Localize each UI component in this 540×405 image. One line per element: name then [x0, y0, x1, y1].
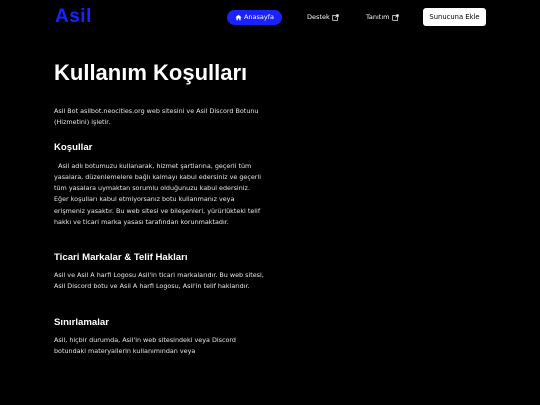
logo[interactable]: Asil	[55, 6, 92, 28]
external-link-icon	[391, 14, 399, 21]
section-heading-conditions: Koşullar	[54, 142, 93, 154]
add-to-server-button[interactable]: Sunucuna Ekle	[423, 8, 486, 26]
terms-content: Kullanım Koşulları Asil Bot asilbot.neoc…	[54, 58, 264, 357]
page-title: Kullanım Koşulları	[54, 60, 248, 85]
section-heading-limitations: Sınırlamalar	[54, 316, 109, 328]
section-body-limitations: Asil, hiçbir durumda, Asil'in web sitesi…	[54, 335, 236, 356]
home-icon	[235, 14, 242, 21]
nav-intro-label: Tanıtım	[366, 13, 390, 21]
intro-text: Asil Bot asilbot.neocities.org web sites…	[54, 107, 259, 127]
nav-home-label: Anasayfa	[243, 13, 275, 21]
nav-home-button[interactable]: Anasayfa	[227, 10, 282, 25]
nav-support-label: Destek	[307, 13, 330, 21]
top-navbar: Asil Anasayfa Destek Tanıtım Sunucuna Ek…	[0, 0, 540, 34]
external-link-icon	[332, 14, 339, 21]
section-body-trademarks: Asil ve Asil A harfi Logosu Asil'in tica…	[54, 270, 264, 290]
section-body-conditions: Asil adlı botumuzu kullanarak, hizmet şa…	[54, 162, 264, 226]
nav-support-link[interactable]: Destek	[307, 10, 339, 25]
nav-intro-link[interactable]: Tanıtım	[366, 10, 399, 25]
section-heading-trademarks: Ticari Markalar & Telif Hakları	[54, 251, 188, 263]
